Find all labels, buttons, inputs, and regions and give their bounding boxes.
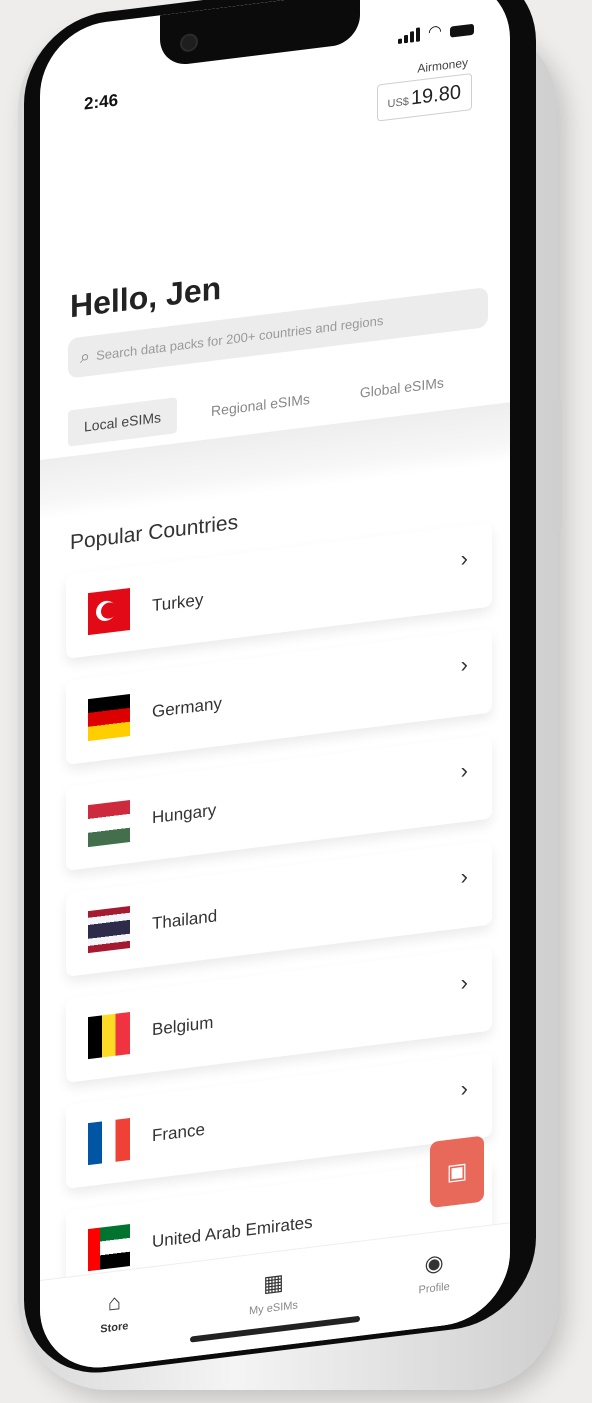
wallet-brand: Airmoney <box>417 55 468 76</box>
battery-icon <box>450 23 474 38</box>
country-list: Turkey › Germany › Hungary › Thailand › … <box>66 522 492 1317</box>
country-name: United Arab Emirates <box>152 1212 313 1252</box>
balance-amount: 19.80 <box>410 81 461 110</box>
germany-flag-icon <box>88 693 130 742</box>
search-icon: ⌕ <box>80 345 91 367</box>
chevron-right-icon: › <box>460 545 468 572</box>
france-flag-icon <box>88 1117 130 1166</box>
status-icons: ◠ <box>398 21 474 45</box>
tab-global-esims[interactable]: Global eSIMs <box>344 362 460 412</box>
search-placeholder: Search data packs for 200+ countries and… <box>96 312 384 363</box>
nav-label: My eSIMs <box>249 1299 298 1318</box>
wifi-icon: ◠ <box>428 22 442 42</box>
phone-side-button <box>552 400 562 530</box>
country-name: Belgium <box>152 1012 214 1040</box>
currency-label: US$ <box>387 95 409 111</box>
country-name: Germany <box>152 693 222 722</box>
chat-icon: ▣ <box>446 1157 468 1186</box>
status-time: 2:46 <box>84 90 119 114</box>
signal-icon <box>398 27 421 45</box>
chevron-right-icon: › <box>460 969 468 996</box>
thailand-flag-icon <box>88 905 130 954</box>
profile-icon: ◉ <box>424 1249 444 1277</box>
country-name: France <box>152 1119 205 1146</box>
phone-screen: 2:46 ◠ Airmoney US$ 19.80 Hello, Jen ⌕ Se… <box>40 0 510 1375</box>
country-name: Hungary <box>152 800 217 828</box>
nav-profile[interactable]: ◉ Profile <box>418 1249 450 1297</box>
chat-support-button[interactable]: ▣ <box>430 1135 484 1209</box>
nav-my-esims[interactable]: ▦ My eSIMs <box>249 1267 298 1317</box>
chevron-right-icon: › <box>460 863 468 890</box>
country-name: Turkey <box>152 589 204 616</box>
nav-store[interactable]: ⌂ Store <box>100 1288 129 1336</box>
hungary-flag-icon <box>88 799 130 848</box>
chevron-right-icon: › <box>460 757 468 784</box>
tab-local-esims[interactable]: Local eSIMs <box>68 397 178 447</box>
chevron-right-icon: › <box>460 651 468 678</box>
nav-label: Profile <box>418 1280 450 1297</box>
section-title: Popular Countries <box>70 510 239 555</box>
uae-flag-icon <box>88 1223 130 1272</box>
nav-label: Store <box>100 1320 129 1336</box>
sim-icon: ▦ <box>263 1269 284 1297</box>
store-icon: ⌂ <box>107 1289 121 1316</box>
belgium-flag-icon <box>88 1011 130 1060</box>
turkey-flag-icon <box>88 587 130 636</box>
greeting: Hello, Jen <box>70 269 222 325</box>
country-name: Thailand <box>152 906 218 934</box>
chevron-right-icon: › <box>460 1075 468 1102</box>
tab-regional-esims[interactable]: Regional eSIMs <box>195 379 326 431</box>
wallet-balance[interactable]: US$ 19.80 <box>376 72 472 122</box>
